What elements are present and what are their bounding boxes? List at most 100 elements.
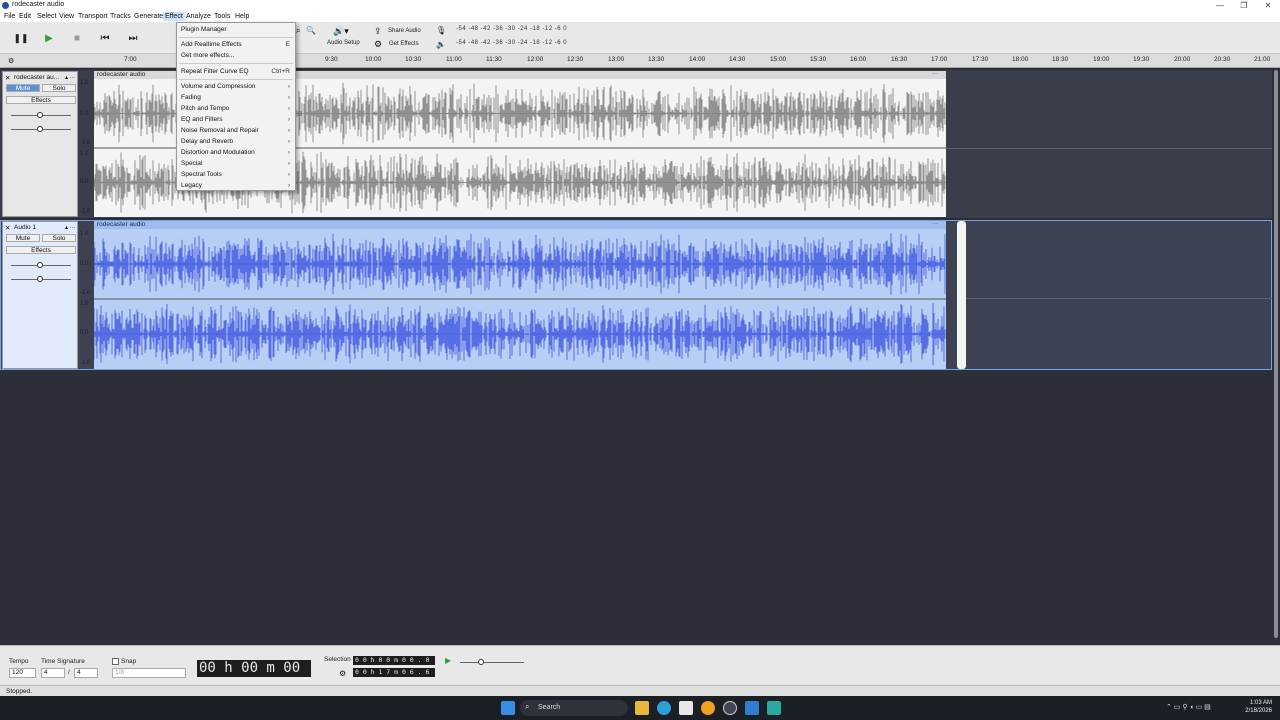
menu-delay-and-reverb[interactable]: Delay and Reverb	[181, 138, 233, 145]
mute-button[interactable]: Mute	[6, 84, 40, 92]
app-icon-extra[interactable]	[767, 701, 781, 715]
tray-icons[interactable]: ⌃ ▭ ⚲ ◖ ▭ ▤	[1166, 703, 1211, 711]
menu-help[interactable]: Help	[233, 12, 251, 21]
track-menu-icon[interactable]: ▴ ···	[65, 224, 76, 231]
playback-meter-icon[interactable]: 🔈	[436, 40, 446, 49]
effects-button[interactable]: Effects	[6, 246, 76, 254]
record-meter-icon[interactable]: 🎙	[436, 26, 446, 35]
menu-legacy[interactable]: Legacy	[181, 182, 202, 189]
amplitude-label: 0.0	[80, 330, 89, 336]
track-name[interactable]: rodecaster au...	[14, 74, 59, 81]
audio-setup-button[interactable]: Audio Setup	[327, 40, 360, 46]
chevron-right-icon: ›	[287, 138, 290, 145]
menu-eq-and-filters[interactable]: EQ and Filters	[181, 116, 223, 123]
clip-menu-icon[interactable]: ···	[932, 221, 938, 227]
track-menu-icon[interactable]: ▴ ···	[65, 74, 76, 81]
pan-slider-knob[interactable]	[37, 276, 43, 282]
status-bar: Stopped.	[0, 685, 1280, 696]
timeline-settings-icon[interactable]: ⚙	[8, 57, 14, 65]
play-at-speed-icon[interactable]: ▶	[445, 656, 451, 665]
vertical-scrollbar[interactable]	[1272, 68, 1280, 645]
edge-icon[interactable]	[657, 701, 671, 715]
selection-end[interactable]: 0 0 h 1 7 m 0 6 . 6 4 8 s	[353, 668, 435, 685]
stop-button[interactable]: ■	[66, 27, 88, 49]
get-effects-button[interactable]: Get Effects	[389, 41, 419, 47]
tempo-input[interactable]: 120	[9, 668, 36, 678]
solo-button[interactable]: Solo	[42, 234, 76, 242]
menu-tools[interactable]: Tools	[212, 12, 232, 21]
notepad-icon[interactable]	[745, 701, 759, 715]
maximize-button[interactable]: ❐	[1232, 0, 1256, 11]
chevron-right-icon: ›	[287, 127, 290, 134]
menu-select[interactable]: Select	[35, 12, 58, 21]
clock-time[interactable]: 1:03 AM	[1240, 700, 1272, 706]
menu-noise-removal-and-repair[interactable]: Noise Removal and Repair	[181, 127, 259, 134]
close-button[interactable]: ✕	[1256, 0, 1280, 11]
close-track-icon[interactable]: ✕	[5, 224, 10, 232]
zoom-in-icon[interactable]: ⌕	[296, 26, 300, 36]
share-audio-icon[interactable]: ⇪	[374, 26, 382, 37]
playback-speed-knob[interactable]	[478, 659, 484, 665]
playback-speed-slider[interactable]	[460, 662, 524, 663]
menu-generate[interactable]: Generate	[132, 12, 165, 21]
share-audio-button[interactable]: Share Audio	[388, 28, 421, 34]
audacity-icon[interactable]	[701, 701, 715, 715]
solo-button[interactable]: Solo	[42, 84, 76, 92]
play-button[interactable]: ▶	[38, 27, 60, 49]
selection-settings-icon[interactable]: ⚙	[339, 669, 346, 678]
menu-effect[interactable]: Effect	[163, 12, 185, 21]
menu-pitch-and-tempo[interactable]: Pitch and Tempo	[181, 105, 229, 112]
chevron-right-icon: ›	[287, 105, 290, 112]
start-button[interactable]	[501, 701, 515, 715]
zoom-fit-icon[interactable]: 🔍	[306, 26, 316, 35]
skip-start-button[interactable]: ⏮	[94, 27, 116, 49]
menu-analyze[interactable]: Analyze	[184, 12, 213, 21]
skip-end-button[interactable]: ⏭	[122, 27, 144, 49]
playback-meter-scale[interactable]: -54 -48 -42 -36 -30 -24 -18 -12 -6 0	[456, 40, 567, 46]
pan-slider-knob[interactable]	[37, 126, 43, 132]
menu-repeat-filter-curve-eq[interactable]: Repeat Filter Curve EQ	[181, 68, 249, 75]
audio-setup-icon[interactable]: 🔊▾	[333, 26, 349, 37]
menu-file[interactable]: File	[2, 12, 17, 21]
menu-special[interactable]: Special	[181, 160, 202, 167]
time-signature-denominator[interactable]: 4	[74, 668, 98, 678]
effects-button[interactable]: Effects	[6, 96, 76, 104]
menu-spectral-tools[interactable]: Spectral Tools	[181, 171, 222, 178]
menu-get-more-effects[interactable]: Get more effects...	[181, 52, 234, 59]
menu-edit[interactable]: Edit	[17, 12, 33, 21]
ruler-tick: 18:30	[1052, 56, 1069, 63]
snap-checkbox[interactable]	[112, 658, 119, 665]
menu-add-realtime-effects[interactable]: Add Realtime Effects	[181, 41, 242, 48]
menu-transport[interactable]: Transport	[76, 12, 110, 21]
settings-taskbar-icon[interactable]	[723, 701, 737, 715]
time-display[interactable]: 00 h 00 m 00 s	[197, 660, 311, 693]
vertical-scrollbar-thumb[interactable]	[1274, 70, 1278, 638]
gain-slider-knob[interactable]	[37, 112, 43, 118]
mute-button[interactable]: Mute	[6, 234, 40, 242]
get-effects-icon[interactable]: ⚙	[374, 39, 382, 50]
store-icon[interactable]	[679, 701, 693, 715]
selection-edge[interactable]	[957, 221, 966, 369]
menu-fading[interactable]: Fading	[181, 94, 201, 101]
waveform-track-2[interactable]	[94, 229, 946, 369]
time-signature-numerator[interactable]: 4	[41, 668, 65, 678]
selection-start[interactable]: 0 0 h 0 0 m 0 0 . 0 0 0 s	[353, 656, 435, 673]
ruler-tick: 11:00	[446, 56, 462, 63]
search-box[interactable]: ⌕ Search	[520, 700, 628, 716]
minimize-button[interactable]: —	[1208, 0, 1232, 11]
pause-button[interactable]: ❚❚	[10, 27, 32, 49]
menu-volume-and-compression[interactable]: Volume and Compression	[181, 83, 255, 90]
clip-title[interactable]: rodecaster audio	[94, 221, 946, 229]
file-explorer-icon[interactable]	[635, 701, 649, 715]
snap-select[interactable]: 1/8	[112, 668, 186, 678]
menu-tracks[interactable]: Tracks	[108, 12, 133, 21]
menu-distortion-and-modulation[interactable]: Distortion and Modulation	[181, 149, 255, 156]
clock-date[interactable]: 2/18/2026	[1236, 708, 1272, 714]
gain-slider-knob[interactable]	[37, 262, 43, 268]
track-name[interactable]: Audio 1	[14, 224, 36, 231]
record-meter-scale[interactable]: -54 -48 -42 -36 -30 -24 -18 -12 -6 0	[456, 26, 567, 32]
clip-menu-icon[interactable]: ···	[932, 71, 938, 77]
menu-view[interactable]: View	[57, 12, 76, 21]
close-track-icon[interactable]: ✕	[5, 74, 10, 82]
menu-plugin-manager[interactable]: Plugin Manager	[181, 26, 227, 33]
